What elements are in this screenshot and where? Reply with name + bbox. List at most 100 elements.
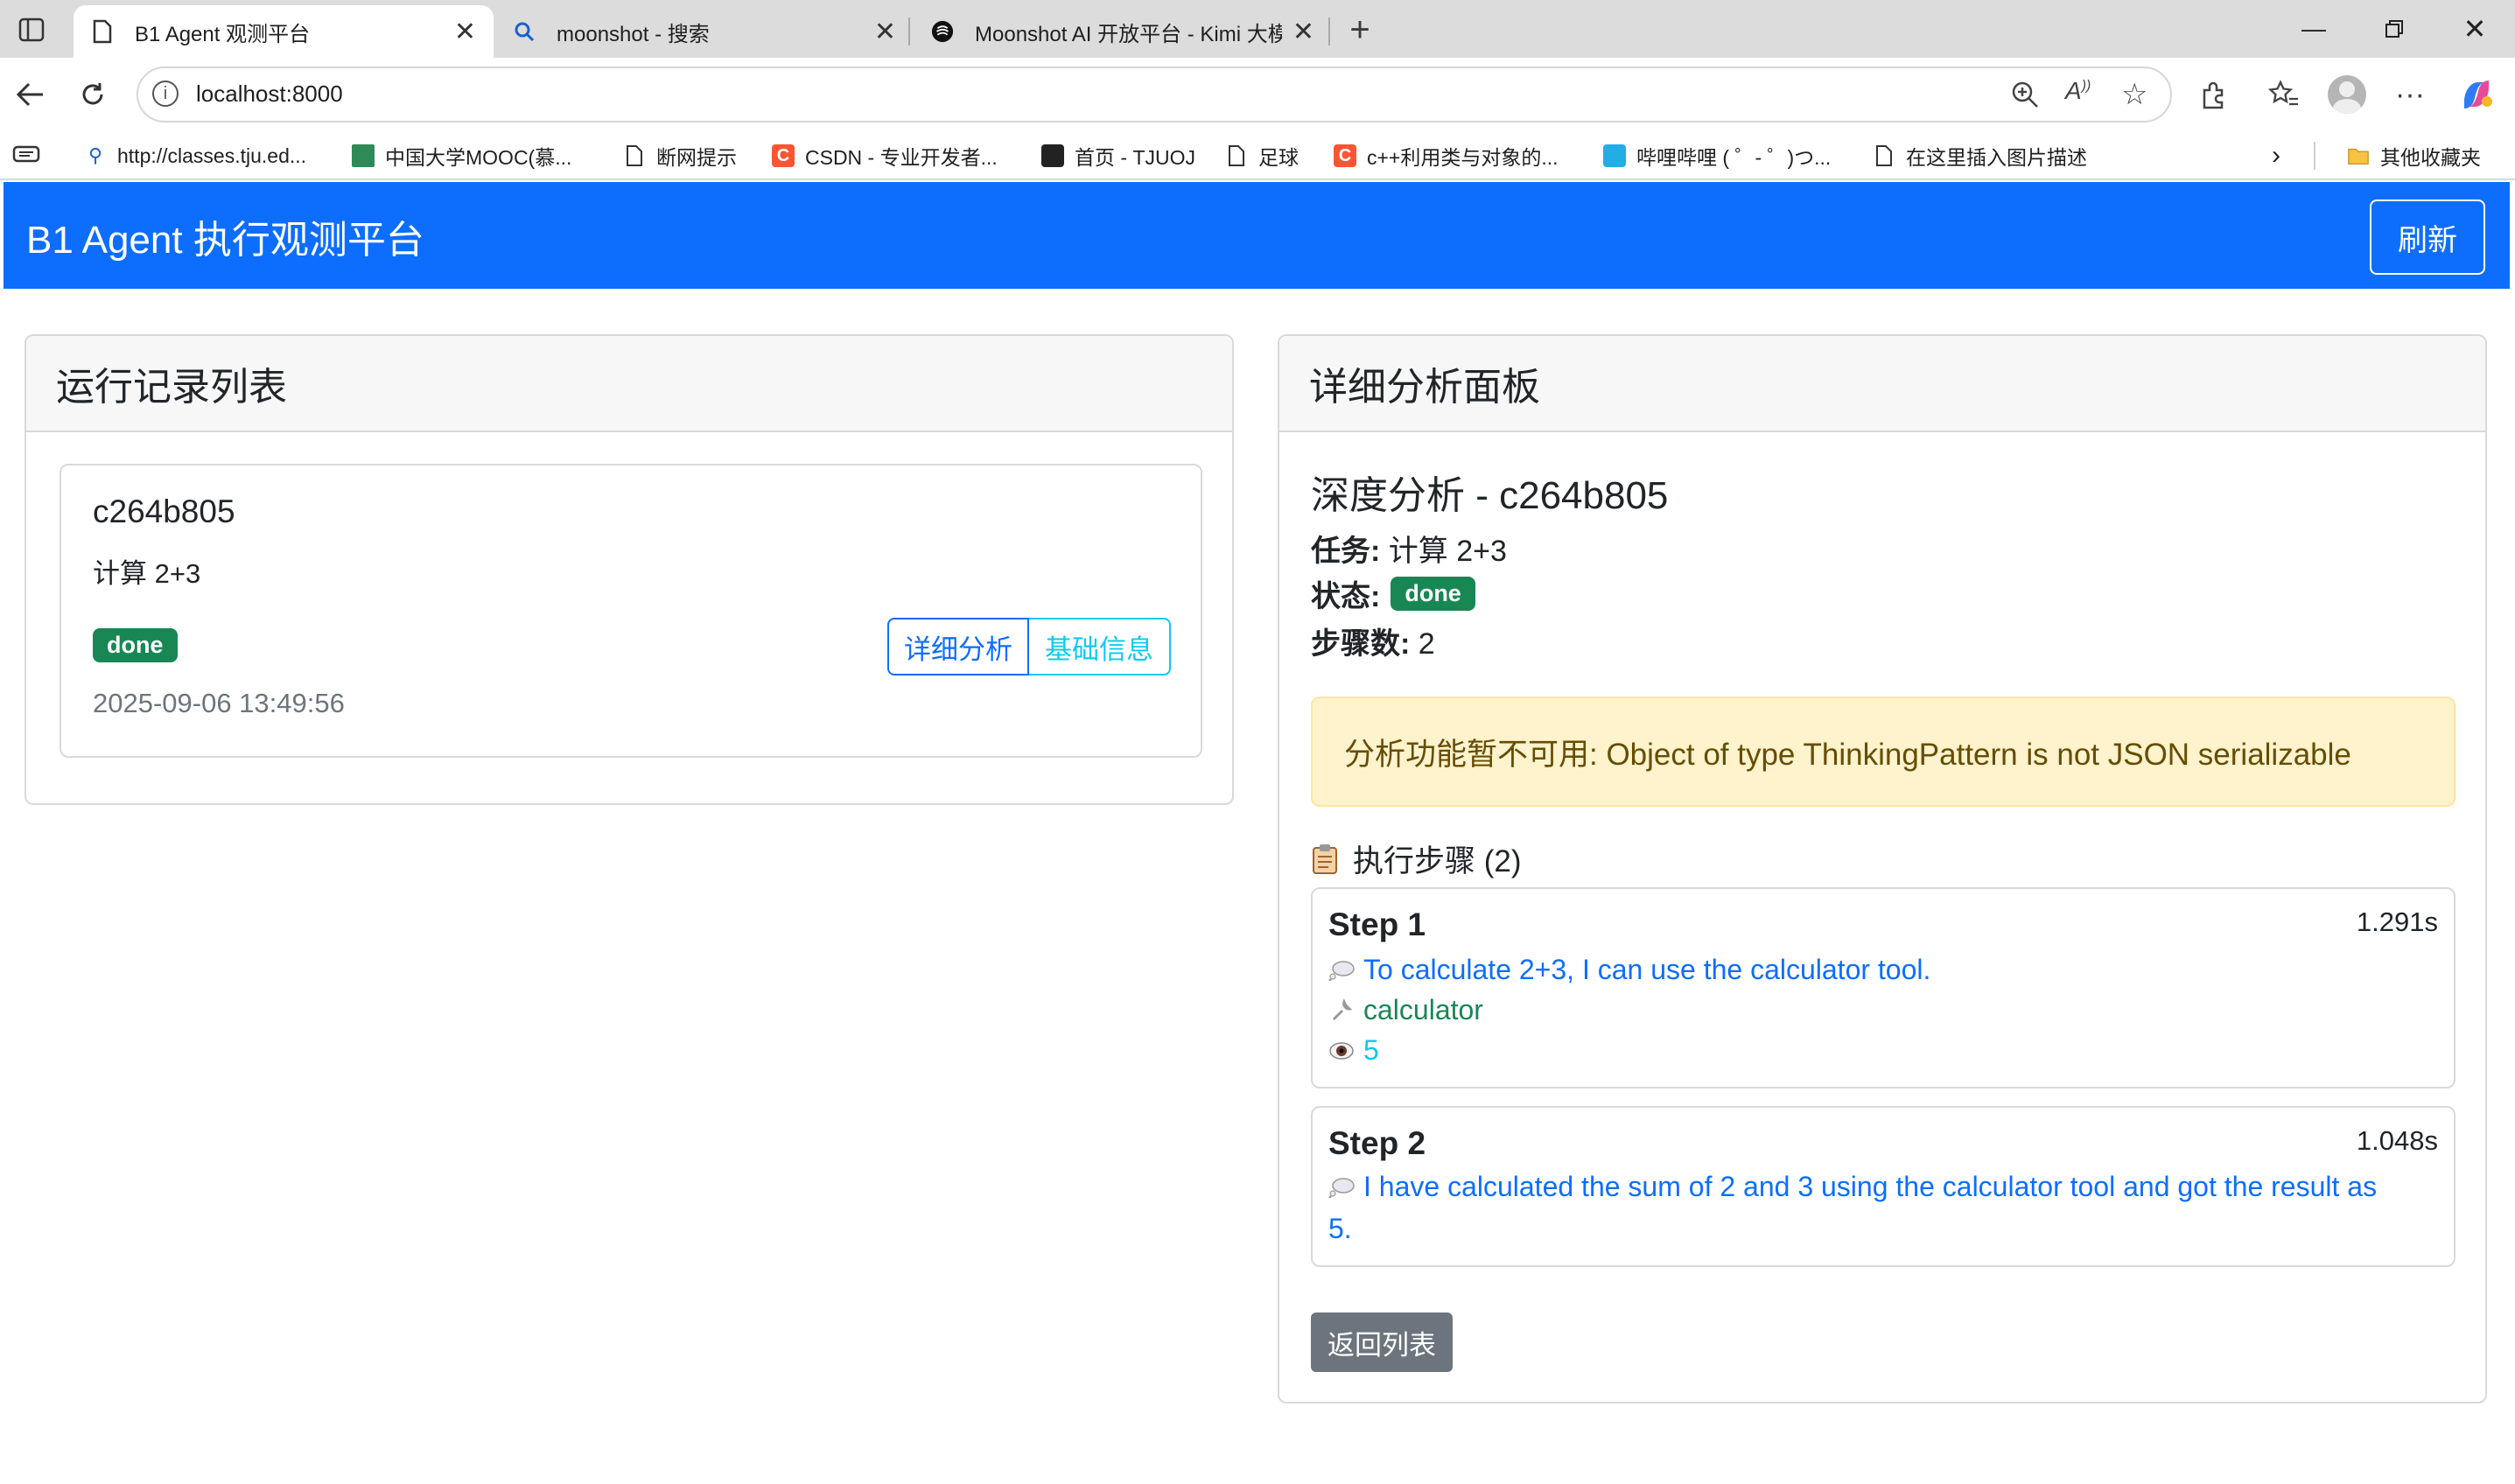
steps-heading: 执行步骤 (2) bbox=[1311, 836, 1522, 881]
step-duration: 1.048s bbox=[2356, 1125, 2438, 1156]
task-value: 计算 2+3 bbox=[1388, 535, 1507, 568]
tab-moonshot-search[interactable]: moonshot - 搜索 ✕ bbox=[495, 5, 914, 58]
thought-text: 5. bbox=[1328, 1213, 1352, 1244]
steps-count-value: 2 bbox=[1418, 627, 1435, 661]
run-id: c264b805 bbox=[93, 494, 235, 529]
close-tab-icon[interactable]: ✕ bbox=[1293, 17, 1314, 47]
wrench-icon bbox=[1328, 998, 1363, 1023]
bookmark-label: http://classes.tju.ed... bbox=[117, 144, 307, 167]
search-icon: ⚲ bbox=[88, 144, 103, 166]
status-label: 状态: bbox=[1311, 580, 1381, 613]
mooc-icon bbox=[352, 144, 375, 167]
bilibili-icon bbox=[1603, 144, 1626, 167]
minimize-button[interactable]: — bbox=[2287, 9, 2340, 49]
chevron-right-icon[interactable]: › bbox=[2272, 140, 2280, 172]
bookmark-cpp-class[interactable]: C c++利用类与对象的... bbox=[1334, 140, 1559, 172]
copilot-icon[interactable] bbox=[2457, 75, 2496, 114]
favorite-star-icon[interactable]: ☆ bbox=[2121, 77, 2147, 112]
more-options-icon[interactable]: ··· bbox=[2385, 70, 2434, 119]
step-duration: 1.291s bbox=[2356, 906, 2438, 937]
extensions-icon[interactable] bbox=[2189, 70, 2238, 119]
page-icon bbox=[91, 18, 114, 45]
workspaces-icon[interactable] bbox=[7, 5, 56, 54]
page-icon bbox=[1225, 144, 1248, 167]
thought-text: To calculate 2+3, I can use the calculat… bbox=[1363, 954, 1931, 985]
bookmark-label: 其他收藏夹 bbox=[2380, 146, 2481, 169]
run-status-badge: done bbox=[93, 628, 178, 662]
app-navbar: B1 Agent 执行观测平台 刷新 bbox=[4, 182, 2510, 289]
tab-b1-agent[interactable]: B1 Agent 观测平台 ✕ bbox=[74, 5, 494, 58]
bookmark-label: 断网提示 bbox=[656, 146, 737, 169]
thought-bubble-icon bbox=[1328, 960, 1363, 981]
read-aloud-icon[interactable]: A)) bbox=[2065, 77, 2091, 105]
reload-icon[interactable] bbox=[68, 70, 117, 119]
favorites-icon[interactable] bbox=[2259, 70, 2308, 119]
bookmark-label: CSDN - 专业开发者... bbox=[805, 146, 998, 169]
tool-text: calculator bbox=[1363, 994, 1483, 1026]
close-tab-icon[interactable]: ✕ bbox=[874, 17, 896, 47]
clipboard-icon bbox=[1311, 844, 1339, 875]
bookmark-label: 首页 - TJUOJ bbox=[1075, 146, 1195, 169]
bookmark-bilibili[interactable]: 哔哩哔哩 ( ゜- ゜)つ... bbox=[1603, 140, 1831, 172]
step-title: Step 1 bbox=[1328, 906, 1426, 942]
tab-separator bbox=[1328, 18, 1330, 46]
tab-moonshot-platform[interactable]: Moonshot AI 开放平台 - Kimi 大模 ✕ bbox=[914, 5, 1332, 58]
analysis-warning-alert: 分析功能暂不可用: Object of type ThinkingPattern… bbox=[1311, 696, 2455, 807]
refresh-button[interactable]: 刷新 bbox=[2370, 200, 2485, 275]
folder-icon bbox=[2347, 144, 2370, 167]
bookmark-label: 足球 bbox=[1258, 146, 1299, 169]
tab-title: moonshot - 搜索 bbox=[557, 22, 710, 46]
close-window-button[interactable]: ✕ bbox=[2448, 9, 2501, 49]
basic-info-button[interactable]: 基础信息 bbox=[1029, 618, 1171, 676]
page-icon bbox=[1873, 144, 1895, 167]
task-label: 任务: bbox=[1311, 535, 1381, 568]
other-bookmarks[interactable]: 其他收藏夹 bbox=[2347, 140, 2481, 172]
step-card: Step 2 1.048s I have calculated the sum … bbox=[1311, 1106, 2455, 1267]
step-thought: I have calculated the sum of 2 and 3 usi… bbox=[1328, 1171, 2377, 1203]
reading-list-icon[interactable] bbox=[12, 144, 40, 169]
back-to-list-button[interactable]: 返回列表 bbox=[1311, 1312, 1453, 1372]
bookmark-tjuoj[interactable]: 首页 - TJUOJ bbox=[1041, 140, 1195, 172]
bookmarks-divider bbox=[2314, 142, 2315, 170]
observation-text: 5 bbox=[1363, 1034, 1379, 1066]
profile-avatar[interactable] bbox=[2328, 75, 2366, 114]
bookmark-tju-classes[interactable]: ⚲ http://classes.tju.ed... bbox=[84, 140, 306, 172]
step-observation: 5 bbox=[1328, 1034, 1379, 1067]
restore-button[interactable] bbox=[2368, 9, 2420, 49]
close-tab-icon[interactable]: ✕ bbox=[454, 17, 476, 47]
detail-panel-header: 详细分析面板 bbox=[1279, 336, 2485, 432]
bookmark-label: c++利用类与对象的... bbox=[1367, 146, 1559, 169]
zoom-icon[interactable] bbox=[2009, 79, 2041, 115]
steps-count-row: 步骤数: 2 bbox=[1311, 620, 1435, 662]
step-thought-continued: 5. bbox=[1328, 1213, 1352, 1245]
run-timestamp: 2025-09-06 13:49:56 bbox=[93, 688, 345, 718]
run-action-buttons: 详细分析 基础信息 bbox=[887, 618, 1171, 676]
bookmark-mooc[interactable]: 中国大学MOOC(慕... bbox=[352, 140, 571, 172]
detail-analysis-button[interactable]: 详细分析 bbox=[887, 618, 1029, 676]
run-item[interactable]: c264b805 计算 2+3 done 2025-09-06 13:49:56… bbox=[60, 464, 1202, 758]
bookmark-football[interactable]: 足球 bbox=[1225, 140, 1299, 172]
step-thought: To calculate 2+3, I can use the calculat… bbox=[1328, 954, 1930, 986]
status-badge-text: done bbox=[93, 628, 178, 662]
site-info-icon[interactable]: i bbox=[152, 80, 179, 107]
bookmarks-bar: ⚲ http://classes.tju.ed... 中国大学MOOC(慕...… bbox=[0, 131, 2515, 180]
address-bar[interactable]: i localhost:8000 A)) ☆ bbox=[137, 66, 2172, 122]
app-brand[interactable]: B1 Agent 执行观测平台 bbox=[26, 208, 424, 264]
bookmark-insert-image[interactable]: 在这里插入图片描述 bbox=[1873, 140, 2087, 172]
back-arrow-icon[interactable] bbox=[5, 70, 54, 119]
tjuoj-icon bbox=[1041, 144, 1064, 167]
status-badge: done bbox=[1391, 577, 1475, 611]
address-url[interactable]: localhost:8000 bbox=[196, 80, 343, 108]
csdn-icon: C bbox=[1334, 144, 1356, 167]
tab-title: B1 Agent 观测平台 bbox=[135, 22, 311, 46]
bookmark-label: 中国大学MOOC(慕... bbox=[385, 146, 572, 169]
status-row: 状态: done bbox=[1311, 572, 1475, 615]
bookmark-offline-hint[interactable]: 断网提示 bbox=[623, 140, 737, 172]
tab-title: Moonshot AI 开放平台 - Kimi 大模 bbox=[975, 22, 1282, 46]
bookmark-csdn[interactable]: C CSDN - 专业开发者... bbox=[772, 140, 998, 172]
run-list-card: 运行记录列表 c264b805 计算 2+3 done 2025-09-06 1… bbox=[25, 334, 1234, 805]
task-row: 任务: 计算 2+3 bbox=[1311, 527, 1507, 570]
thought-text: I have calculated the sum of 2 and 3 usi… bbox=[1363, 1171, 2378, 1202]
new-tab-button[interactable]: + bbox=[1335, 5, 1384, 54]
page-icon bbox=[623, 144, 646, 167]
